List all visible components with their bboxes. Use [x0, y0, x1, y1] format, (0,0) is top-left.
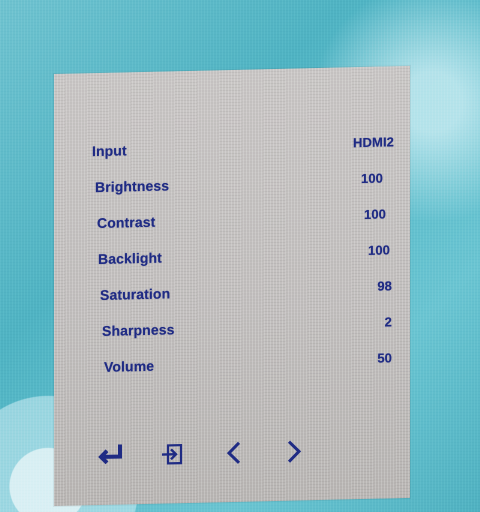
chevron-right-icon [287, 440, 302, 463]
setting-label: Contrast [97, 213, 156, 232]
setting-value: 2 [384, 314, 392, 330]
enter-icon [98, 444, 122, 465]
control-bar [96, 436, 326, 481]
setting-label: Backlight [98, 249, 162, 268]
setting-value: 100 [368, 242, 390, 258]
enter-button[interactable] [96, 440, 126, 471]
previous-button[interactable] [220, 438, 250, 469]
setting-value: HDMI2 [353, 134, 394, 151]
setting-value: 98 [377, 278, 392, 294]
osd-menu: Input HDMI2 Brightness 100 Contrast 100 … [54, 65, 412, 506]
setting-row-volume[interactable]: Volume 50 [92, 342, 412, 385]
setting-label: Input [92, 142, 127, 160]
setting-label: Sharpness [102, 321, 175, 339]
osd-panel: Input HDMI2 Brightness 100 Contrast 100 … [54, 65, 412, 506]
settings-list: Input HDMI2 Brightness 100 Contrast 100 … [92, 126, 412, 385]
setting-value: 100 [364, 206, 386, 222]
setting-label: Saturation [100, 285, 171, 303]
setting-label: Brightness [95, 177, 170, 196]
setting-value: 100 [361, 170, 383, 187]
setting-label: Volume [104, 357, 155, 375]
exit-icon [162, 443, 183, 465]
exit-button[interactable] [158, 439, 188, 470]
next-button[interactable] [278, 436, 308, 467]
chevron-left-icon [226, 441, 241, 464]
setting-value: 50 [377, 350, 392, 366]
